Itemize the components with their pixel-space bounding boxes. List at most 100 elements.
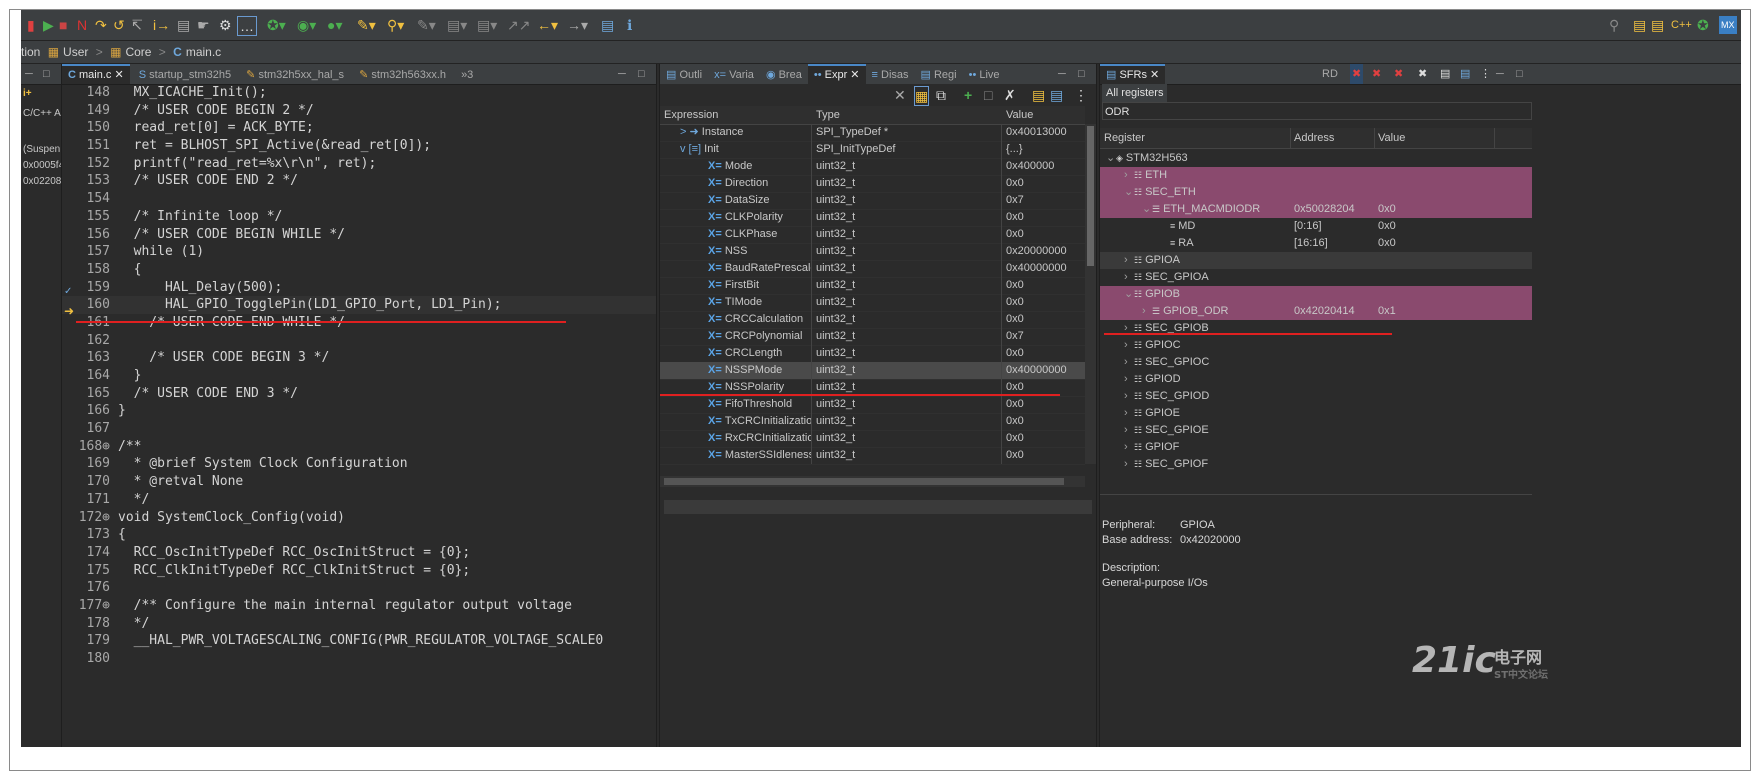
resume-icon[interactable]: ▶	[43, 16, 54, 34]
expression-name-cell[interactable]: X= MasterSSIdleness	[660, 447, 812, 464]
code-text[interactable]: /* USER CODE BEGIN 2 */	[118, 103, 314, 118]
tab-startup[interactable]: S startup_stm32h5	[133, 65, 237, 84]
debug-launch-item[interactable]: C/C++ Ap	[23, 108, 61, 119]
code-line[interactable]: 174 RCC_OscInitTypeDef RCC_OscInitStruct…	[62, 544, 656, 562]
sfr-tree-row[interactable]: ⌄☷ GPIOB	[1100, 286, 1532, 303]
code-text[interactable]: __HAL_PWR_VOLTAGESCALING_CONFIG(PWR_REGU…	[118, 633, 604, 648]
maximize-icon[interactable]: □	[43, 64, 50, 84]
expression-name-cell[interactable]: X= CLKPhase	[660, 226, 812, 243]
debug-frame-item[interactable]: 0x0005f4	[23, 160, 61, 171]
sfr-value-cell[interactable]: 0x1	[1378, 303, 1498, 320]
remove-all-icon[interactable]: ✗	[1004, 86, 1016, 104]
chevron-right-icon[interactable]: ›	[1124, 405, 1134, 422]
expression-value-cell[interactable]: 0x7	[1004, 328, 1084, 345]
vertical-scrollbar[interactable]	[1085, 124, 1096, 464]
expression-value-cell[interactable]: {...}	[1004, 141, 1084, 158]
toggle-binary-icon[interactable]: ✖	[1394, 64, 1403, 84]
external-tools-icon[interactable]: ●▾	[327, 16, 342, 34]
back-arrow-icon[interactable]: ←▾	[537, 16, 558, 34]
expression-value-cell[interactable]: 0x0	[1004, 396, 1084, 413]
terminal-icon[interactable]: ▤	[177, 16, 190, 34]
expression-name-cell[interactable]: X= TxCRCInitializationPattern	[660, 413, 812, 430]
code-text[interactable]: RCC_ClkInitTypeDef RCC_ClkInitStruct = {…	[118, 563, 471, 578]
code-line[interactable]: 152 printf("read_ret=%x\r\n", ret);	[62, 155, 656, 173]
tab-registers[interactable]: ▤ Regi	[915, 65, 963, 84]
sfr-tree-row[interactable]: › ☷ GPIOD	[1100, 371, 1532, 388]
save-icon[interactable]: ▤	[1460, 64, 1470, 84]
debug-frame-item[interactable]: 0x0220802	[23, 176, 61, 187]
code-line[interactable]: 180	[62, 650, 656, 668]
debug-toolbar-label[interactable]: i+	[23, 88, 32, 99]
expression-value-cell[interactable]: 0x0	[1004, 311, 1084, 328]
expression-name-cell[interactable]: X= Direction	[660, 175, 812, 192]
code-line[interactable]: 155 /* Infinite loop */	[62, 208, 656, 226]
code-text[interactable]: RCC_OscInitTypeDef RCC_OscInitStruct = {…	[118, 545, 471, 560]
chevron-right-icon[interactable]: ›	[1124, 167, 1134, 184]
expression-name-cell[interactable]: X= NSS	[660, 243, 812, 260]
tab-variables[interactable]: x= Varia	[708, 65, 760, 84]
sfr-tree-row[interactable]: › ☷ SEC_GPIOC	[1100, 354, 1532, 371]
tab-header[interactable]: ✎ stm32h563xx.h	[353, 65, 452, 84]
chevron-down-icon[interactable]: ⌄	[1106, 150, 1116, 167]
open-perspective-icon[interactable]: ▤	[1651, 16, 1664, 34]
code-line[interactable]: 171 */	[62, 491, 656, 509]
code-text[interactable]: }	[118, 403, 126, 418]
code-area[interactable]: 148 MX_ICACHE_Init(); 149 /* USER CODE BE…	[62, 84, 656, 668]
reset-icon[interactable]: ☛	[197, 16, 210, 34]
expression-value-cell[interactable]: 0x400000	[1004, 158, 1084, 175]
add-icon[interactable]: +	[964, 86, 972, 104]
code-line[interactable]: 154	[62, 190, 656, 208]
pin-icon[interactable]: ▤▾	[477, 16, 497, 34]
expression-value-cell[interactable]: 0x0	[1004, 226, 1084, 243]
column-header-type[interactable]: Type	[816, 106, 1002, 124]
search-icon[interactable]: ⚲▾	[387, 16, 404, 34]
code-line[interactable]: 172⊕ void SystemClock_Config(void)	[62, 509, 656, 527]
maximize-icon[interactable]: □	[1516, 64, 1523, 84]
sfr-register-cell[interactable]: › ☷ SEC_GPIOC	[1100, 354, 1292, 371]
expression-row[interactable]: X= Mode uint32_t 0x400000	[660, 158, 1085, 176]
cpp-perspective-icon[interactable]: C++	[1671, 16, 1692, 34]
expression-value-cell[interactable]: 0x0	[1004, 413, 1084, 430]
code-text[interactable]: /**	[118, 439, 141, 454]
sfr-tree-row[interactable]: › ☰ GPIOB_ODR 0x42020414 0x1	[1100, 303, 1532, 320]
chevron-right-icon[interactable]: ›	[1124, 422, 1134, 439]
code-text[interactable]: HAL_Delay(500);	[118, 280, 282, 295]
column-header-value[interactable]: Value	[1006, 106, 1084, 124]
code-text[interactable]: }	[118, 368, 142, 383]
scrollbar-thumb[interactable]	[664, 478, 1064, 485]
history-icon[interactable]: ▤▾	[447, 16, 467, 34]
expression-name-cell[interactable]: X= DataSize	[660, 192, 812, 209]
code-line[interactable]: 165 /* USER CODE END 3 */	[62, 385, 656, 403]
sfr-register-cell[interactable]: › ☷ ETH	[1100, 167, 1292, 184]
code-text[interactable]: /* USER CODE BEGIN WHILE */	[118, 227, 345, 242]
code-line[interactable]: 179 __HAL_PWR_VOLTAGESCALING_CONFIG(PWR_…	[62, 632, 656, 650]
expression-value-cell[interactable]: 0x40000000	[1004, 362, 1084, 379]
chevron-right-icon[interactable]: ›	[1142, 303, 1152, 320]
expression-detail-pane[interactable]	[664, 500, 1092, 514]
chevron-right-icon[interactable]: ›	[1124, 388, 1134, 405]
chevron-right-icon[interactable]: ›	[1124, 456, 1134, 473]
debug-thread-item[interactable]: (Suspen	[23, 144, 60, 155]
tab-disassembly[interactable]: ≡ Disas	[866, 65, 915, 84]
code-text[interactable]: void SystemClock_Config(void)	[118, 510, 345, 525]
expression-row[interactable]: X= MasterSSIdleness uint32_t 0x0	[660, 447, 1085, 465]
code-line[interactable]: 153 /* USER CODE END 2 */	[62, 172, 656, 190]
expression-row[interactable]: X= NSSPMode uint32_t 0x40000000	[660, 362, 1085, 380]
breadcrumb-item[interactable]: Core	[125, 45, 151, 59]
sfr-tree-row[interactable]: › ☷ GPIOC	[1100, 337, 1532, 354]
read-label[interactable]: RD	[1322, 64, 1338, 84]
expression-value-cell[interactable]: 0x0	[1004, 430, 1084, 447]
run-icon[interactable]: ◉▾	[297, 16, 316, 34]
sfr-register-cell[interactable]: ⌄☷ SEC_ETH	[1100, 184, 1292, 201]
new-icon[interactable]: ✎▾	[357, 16, 376, 34]
sfr-tree-row[interactable]: › ☷ SEC_GPIOA	[1100, 269, 1532, 286]
sfr-register-cell[interactable]: › ☷ SEC_GPIOA	[1100, 269, 1292, 286]
code-text[interactable]: ret = BLHOST_SPI_Active(&read_ret[0]);	[118, 138, 431, 153]
sfr-register-cell[interactable]: › ☷ GPIOD	[1100, 371, 1292, 388]
expression-row[interactable]: X= RxCRCInitializationPatternuint32_t0x0	[660, 430, 1085, 448]
info-icon[interactable]: ℹ	[627, 16, 632, 34]
expression-name-cell[interactable]: > ➜ Instance	[660, 124, 812, 141]
toggle-decimal-icon[interactable]: ✖	[1372, 64, 1381, 84]
sfr-tree-row[interactable]: ⌄◈ STM32H563	[1100, 150, 1532, 167]
expression-value-cell[interactable]: 0x0	[1004, 209, 1084, 226]
